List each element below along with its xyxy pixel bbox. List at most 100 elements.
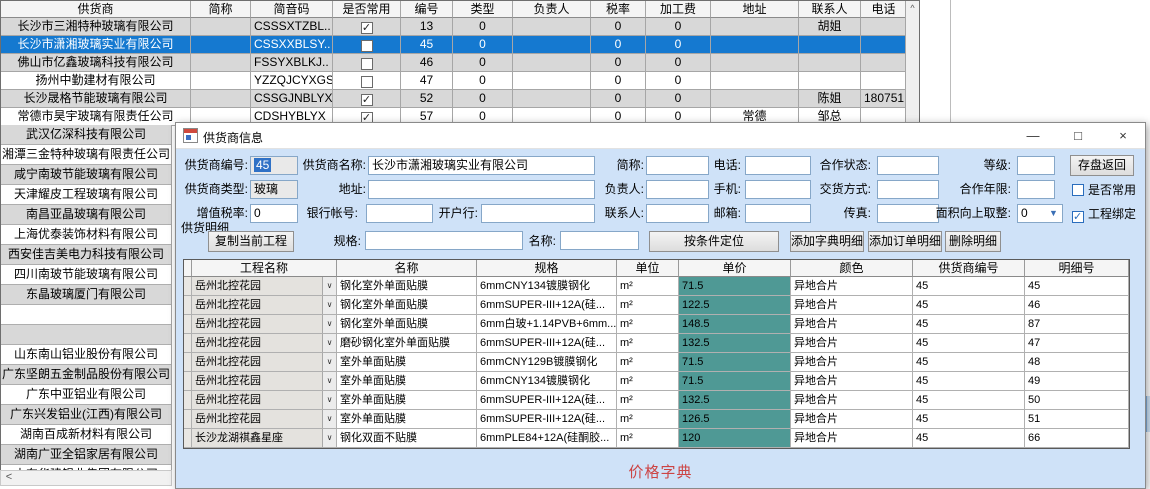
supplier-row[interactable]: 长沙晟格节能玻璃有限公司CSSGJNBLYXGS52000陈姐180751: [1, 90, 919, 108]
list-item[interactable]: 广东兴发铝业(江西)有限公司: [1, 405, 171, 425]
row-header[interactable]: [184, 410, 192, 429]
list-item[interactable]: 南昌亚晶玻璃有限公司: [1, 205, 171, 225]
supplier-name-field[interactable]: 长沙市潇湘玻璃实业有限公司: [368, 156, 595, 175]
row-header[interactable]: [184, 372, 192, 391]
add-order-detail-button[interactable]: 添加订单明细: [868, 231, 942, 252]
detail-row[interactable]: 岳州北控花园∨室外单面贴膜6mmSUPER-III+12A(硅...m²126.…: [184, 410, 1129, 429]
column-header[interactable]: 单价: [679, 260, 791, 277]
list-item[interactable]: 广东中亚铝业有限公司: [1, 385, 171, 405]
grade-field[interactable]: [1017, 156, 1055, 175]
vat-rate-field[interactable]: 0: [250, 204, 298, 223]
row-header[interactable]: [184, 391, 192, 410]
copy-current-project-button[interactable]: 复制当前工程: [208, 231, 294, 252]
column-header[interactable]: 负责人: [513, 1, 591, 18]
name-filter-input[interactable]: [560, 231, 639, 250]
scroll-left-icon[interactable]: <: [1, 471, 17, 485]
detail-row[interactable]: 岳州北控花园∨室外单面贴膜6mmCNY134镀膜钢化m²71.5异地合片4549: [184, 372, 1129, 391]
list-item[interactable]: 四川南玻节能玻璃有限公司: [1, 265, 171, 285]
list-item[interactable]: 东晶玻璃厦门有限公司: [1, 285, 171, 305]
column-header[interactable]: 供货商: [1, 1, 191, 18]
project-bind-checkbox[interactable]: 工程绑定: [1072, 205, 1136, 223]
area-round-up-dropdown[interactable]: 0▼: [1017, 204, 1063, 223]
row-header[interactable]: [184, 315, 192, 334]
chevron-down-icon[interactable]: ∨: [322, 353, 336, 371]
column-header[interactable]: 明细号: [1025, 260, 1129, 277]
list-item[interactable]: 山东南山铝业股份有限公司: [1, 345, 171, 365]
cell-project[interactable]: 岳州北控花园∨: [192, 277, 337, 296]
detail-row[interactable]: 长沙龙湖祺鑫星座∨钢化双面不贴膜6mmPLE84+12A(硅酮胶...m²120…: [184, 429, 1129, 448]
common-use-checkbox[interactable]: 是否常用: [1072, 181, 1136, 199]
chevron-down-icon[interactable]: ∨: [322, 277, 336, 295]
detail-row[interactable]: 岳州北控花园∨室外单面贴膜6mmCNY129B镀膜钢化m²71.5异地合片454…: [184, 353, 1129, 372]
column-header[interactable]: 颜色: [791, 260, 913, 277]
row-header[interactable]: [184, 296, 192, 315]
detail-row[interactable]: 岳州北控花园∨钢化室外单面贴膜6mmSUPER-III+12A(硅...m²12…: [184, 296, 1129, 315]
checkbox-icon[interactable]: [361, 94, 373, 106]
detail-row[interactable]: 岳州北控花园∨钢化室外单面贴膜6mmCNY134镀膜钢化m²71.5异地合片45…: [184, 277, 1129, 296]
list-item[interactable]: 咸宁南玻节能玻璃有限公司: [1, 165, 171, 185]
row-header[interactable]: [184, 277, 192, 296]
chevron-down-icon[interactable]: ∨: [322, 429, 336, 447]
chevron-down-icon[interactable]: ∨: [322, 391, 336, 409]
column-header[interactable]: 供货商编号: [913, 260, 1025, 277]
supplier-table-horizontal-scrollbar[interactable]: <: [0, 470, 172, 486]
delete-detail-button[interactable]: 删除明细: [945, 231, 1001, 252]
column-header[interactable]: 加工费: [646, 1, 711, 18]
supplier-row[interactable]: 长沙市潇湘玻璃实业有限公司CSSXXBLSY..45000: [1, 36, 919, 54]
column-header[interactable]: 简音码: [251, 1, 333, 18]
column-header[interactable]: 联系人: [799, 1, 861, 18]
spec-filter-input[interactable]: [365, 231, 523, 250]
list-item[interactable]: 武汉亿深科技有限公司: [1, 125, 171, 145]
row-header[interactable]: [184, 334, 192, 353]
checkbox-icon[interactable]: [1072, 211, 1084, 223]
close-button[interactable]: ×: [1102, 123, 1144, 149]
column-header[interactable]: 规格: [477, 260, 617, 277]
scroll-up-icon[interactable]: ^: [906, 1, 919, 16]
column-header[interactable]: 类型: [453, 1, 513, 18]
add-dictionary-detail-button[interactable]: 添加字典明细: [790, 231, 864, 252]
cell-project[interactable]: 长沙龙湖祺鑫星座∨: [192, 429, 337, 448]
address-field[interactable]: [368, 180, 595, 199]
delivery-method-field[interactable]: [877, 180, 939, 199]
column-header[interactable]: 编号: [401, 1, 453, 18]
list-item[interactable]: 湘潭三金特种玻璃有限责任公司: [1, 145, 171, 165]
bank-name-field[interactable]: [481, 204, 595, 223]
supplier-no-field[interactable]: 45: [250, 156, 298, 175]
column-header[interactable]: 名称: [337, 260, 477, 277]
list-item[interactable]: [1, 305, 171, 325]
chevron-down-icon[interactable]: ∨: [322, 372, 336, 390]
checkbox-icon[interactable]: [361, 40, 373, 52]
column-header[interactable]: 电话: [861, 1, 907, 18]
list-item[interactable]: [1, 325, 171, 345]
checkbox-icon[interactable]: [361, 76, 373, 88]
chevron-down-icon[interactable]: ∨: [322, 296, 336, 314]
supplier-row[interactable]: 佛山市亿鑫玻璃科技有限公司FSSYXBLKJ..46000: [1, 54, 919, 72]
list-item[interactable]: 天津耀皮工程玻璃有限公司: [1, 185, 171, 205]
minimize-button[interactable]: —: [1012, 123, 1054, 149]
cell-project[interactable]: 岳州北控花园∨: [192, 315, 337, 334]
cell-project[interactable]: 岳州北控花园∨: [192, 334, 337, 353]
cell-project[interactable]: 岳州北控花园∨: [192, 391, 337, 410]
dialog-titlebar[interactable]: 供货商信息 — □ ×: [176, 123, 1145, 149]
column-header[interactable]: 工程名称: [192, 260, 337, 277]
checkbox-icon[interactable]: [361, 22, 373, 34]
column-header[interactable]: 是否常用: [333, 1, 401, 18]
supplier-type-field[interactable]: 玻璃: [250, 180, 298, 199]
coop-years-field[interactable]: [1017, 180, 1055, 199]
supplier-row[interactable]: 扬州中勤建材有限公司YZZQJCYXGS47000: [1, 72, 919, 90]
chevron-down-icon[interactable]: ∨: [322, 334, 336, 352]
row-header[interactable]: [184, 429, 192, 448]
cell-project[interactable]: 岳州北控花园∨: [192, 410, 337, 429]
row-header[interactable]: [184, 353, 192, 372]
column-header[interactable]: 简称: [191, 1, 251, 18]
cell-project[interactable]: 岳州北控花园∨: [192, 372, 337, 391]
cell-project[interactable]: 岳州北控花园∨: [192, 353, 337, 372]
chevron-down-icon[interactable]: ∨: [322, 410, 336, 428]
list-item[interactable]: 湖南百成新材料有限公司: [1, 425, 171, 445]
column-header[interactable]: 税率: [591, 1, 646, 18]
maximize-button[interactable]: □: [1057, 123, 1099, 149]
list-item[interactable]: 上海优泰装饰材料有限公司: [1, 225, 171, 245]
cell-project[interactable]: 岳州北控花园∨: [192, 296, 337, 315]
checkbox-icon[interactable]: [1072, 184, 1084, 196]
detail-row[interactable]: 岳州北控花园∨室外单面贴膜6mmSUPER-III+12A(硅...m²132.…: [184, 391, 1129, 410]
